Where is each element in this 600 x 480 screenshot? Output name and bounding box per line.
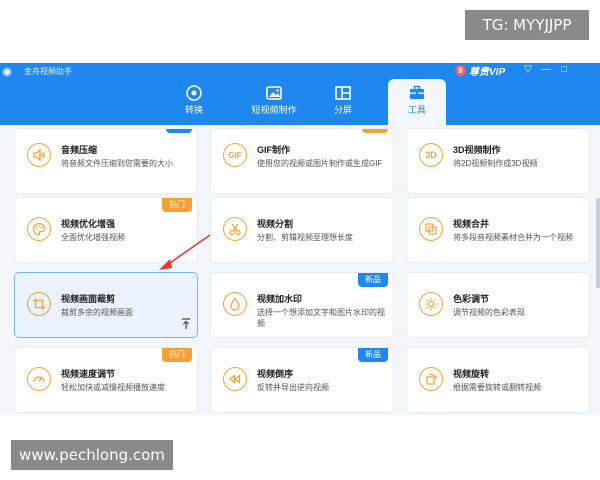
app-window: 金舟视频助手 ♛ 尊贵VIP ▽ — □ 转换 短视频制作 分屏 工具 音频压缩…: [0, 63, 600, 415]
tg-watermark-banner: TG: MYYJJPP: [465, 10, 589, 40]
site-watermark-banner: www.pechlong.com: [11, 440, 173, 470]
annotation-arrow: [159, 234, 211, 270]
